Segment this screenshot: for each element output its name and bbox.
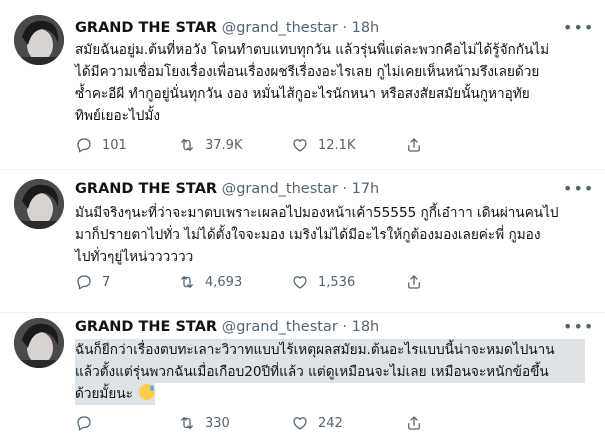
- heart-icon: [293, 417, 307, 430]
- tweet-text-line: ไปทั่วๆยู่ไหน่วววววว: [75, 249, 194, 265]
- reply-count: 7: [102, 274, 111, 290]
- reply-button[interactable]: [75, 413, 102, 433]
- reply-count: 101: [102, 137, 127, 153]
- heart-icon: [293, 276, 307, 289]
- tweet-text-line: ซ้ำคะอีผี ทำกูอยู่นั่นทุกวัน งอง หมั่นไส…: [75, 86, 530, 102]
- tweet-actions: 330 242: [75, 413, 575, 433]
- tweet-header: GRAND THE STAR @grand_thestar · 17h: [75, 179, 379, 199]
- retweet-button[interactable]: 37.9K: [178, 135, 242, 155]
- ellipsis-icon[interactable]: •••: [563, 317, 593, 337]
- tweet[interactable]: GRAND THE STAR @grand_thestar · 18h ••• …: [0, 313, 605, 444]
- tweet-text-line: ได้มีความเชื่อมโยงเรื่องเพื่อนเรื่องผชรี…: [75, 64, 540, 80]
- tweet-actions: 7 4,693 1,536: [75, 272, 575, 292]
- ellipsis-icon[interactable]: •••: [563, 179, 593, 199]
- share-button[interactable]: [405, 272, 423, 292]
- separator-dot: ·: [342, 181, 347, 197]
- tweet-text-line: มาก็ปรายตาไปทั่ว ไม่ได้ตั้งใจจะมอง เมริง…: [75, 227, 541, 243]
- tweet-text-line: แล้วตั้งแต่รุ่นพวกฉันเมื่อเกือบ20ปีที่แล…: [75, 361, 585, 383]
- display-name[interactable]: GRAND THE STAR: [75, 319, 217, 335]
- retweet-count: 4,693: [205, 274, 243, 290]
- timeline: GRAND THE STAR @grand_thestar · 18h ••• …: [0, 0, 605, 444]
- avatar-image: [14, 179, 64, 229]
- like-button[interactable]: 12.1K: [291, 135, 355, 155]
- username-handle[interactable]: @grand_thestar: [222, 319, 338, 335]
- like-count: 242: [318, 415, 343, 431]
- reply-button[interactable]: 7: [75, 272, 110, 292]
- share-icon: [408, 416, 420, 430]
- tweet-text-line: ฉันก็ยีกว่าเรื่องตบทะเลาะวิวาทแบบไร้เหตุ…: [75, 339, 585, 361]
- reply-icon: [77, 275, 91, 290]
- tweet-text: ฉันก็ยีกว่าเรื่องตบทะเลาะวิวาทแบบไร้เหตุ…: [75, 339, 585, 405]
- tweet-text-line: สมัยฉันอยู่ม.ต้นที่หอวัง โดนทำตบแทบทุกวั…: [75, 42, 550, 58]
- timestamp[interactable]: 18h: [352, 319, 380, 335]
- separator-dot: ·: [342, 20, 347, 36]
- avatar[interactable]: [14, 15, 64, 65]
- like-button[interactable]: 1,536: [291, 272, 355, 292]
- heart-icon: [293, 139, 307, 152]
- share-button[interactable]: [405, 135, 423, 155]
- like-count: 12.1K: [318, 137, 356, 153]
- retweet-button[interactable]: 4,693: [178, 272, 242, 292]
- separator-dot: ·: [342, 319, 347, 335]
- tweet-text-fragment: ด้วยมั้ยนะ: [75, 386, 133, 402]
- avatar[interactable]: [14, 179, 64, 229]
- tweet-text-line: ทิพย์เยอะไปมั้ง: [75, 108, 161, 124]
- tweet-text: มันมีจริงๆนะที่ว่าจะมาตบเพราะเผลอไปมองหน…: [75, 202, 585, 268]
- retweet-icon: [181, 276, 193, 288]
- display-name[interactable]: GRAND THE STAR: [75, 181, 217, 197]
- reply-button[interactable]: 101: [75, 135, 127, 155]
- reply-icon: [77, 138, 91, 153]
- ellipsis-icon[interactable]: •••: [563, 18, 593, 38]
- username-handle[interactable]: @grand_thestar: [222, 20, 338, 36]
- tweet-header: GRAND THE STAR @grand_thestar · 18h: [75, 317, 379, 337]
- timestamp[interactable]: 18h: [352, 20, 380, 36]
- retweet-count: 330: [205, 415, 230, 431]
- avatar[interactable]: [14, 318, 64, 368]
- retweet-icon: [181, 417, 193, 429]
- share-icon: [408, 138, 420, 152]
- tweet-text-line: ด้วยมั้ยนะ: [75, 383, 156, 405]
- tweet-actions: 101 37.9K 12.1K: [75, 135, 575, 155]
- share-button[interactable]: [405, 413, 423, 433]
- downcast-sweat-emoji: [139, 384, 156, 400]
- timestamp[interactable]: 17h: [352, 181, 380, 197]
- tweet-header: GRAND THE STAR @grand_thestar · 18h: [75, 18, 379, 38]
- tweet[interactable]: GRAND THE STAR @grand_thestar · 17h ••• …: [0, 170, 605, 313]
- like-button[interactable]: 242: [291, 413, 343, 433]
- like-count: 1,536: [318, 274, 356, 290]
- reply-icon: [77, 416, 91, 431]
- retweet-button[interactable]: 330: [178, 413, 230, 433]
- retweet-icon: [181, 139, 193, 151]
- avatar-image: [14, 15, 64, 65]
- tweet[interactable]: GRAND THE STAR @grand_thestar · 18h ••• …: [0, 0, 605, 170]
- retweet-count: 37.9K: [205, 137, 243, 153]
- tweet-text: สมัยฉันอยู่ม.ต้นที่หอวัง โดนทำตบแทบทุกวั…: [75, 39, 585, 127]
- username-handle[interactable]: @grand_thestar: [222, 181, 338, 197]
- share-icon: [408, 275, 420, 289]
- avatar-image: [14, 318, 64, 368]
- display-name[interactable]: GRAND THE STAR: [75, 20, 217, 36]
- tweet-text-line: มันมีจริงๆนะที่ว่าจะมาตบเพราะเผลอไปมองหน…: [75, 205, 559, 221]
